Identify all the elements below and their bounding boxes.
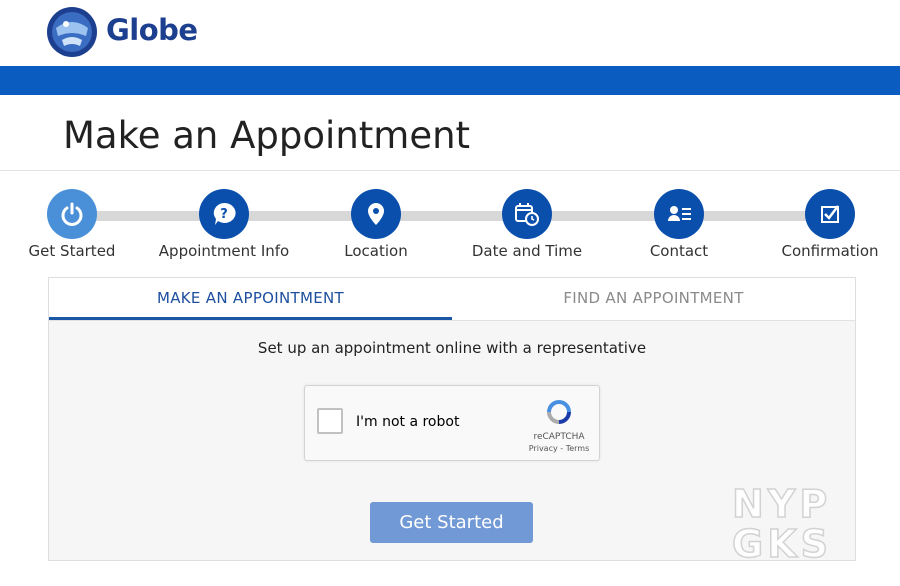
step-label: Appointment Info <box>158 242 290 260</box>
recaptcha-checkbox[interactable] <box>317 408 343 434</box>
recaptcha-widget: I'm not a robot reCAPTCHA Privacy - Term… <box>304 385 600 461</box>
watermark-line-1: NYP <box>731 482 832 526</box>
form-subtitle: Set up an appointment online with a repr… <box>257 339 647 357</box>
get-started-button[interactable]: Get Started <box>370 502 533 543</box>
step-circle: ? <box>199 189 249 239</box>
appointment-tabs: MAKE AN APPOINTMENT FIND AN APPOINTMENT <box>49 278 855 321</box>
brand-bar <box>0 66 900 95</box>
recaptcha-logo-icon <box>547 400 571 424</box>
step-appointment-info[interactable]: ? Appointment Info <box>144 189 304 260</box>
watermark: NYP GKS <box>731 482 872 566</box>
step-circle <box>654 189 704 239</box>
progress-stepper: Get Started ? Appointment Info Location <box>0 171 900 276</box>
page-title: Make an Appointment <box>63 114 471 157</box>
step-label: Confirmation <box>781 242 879 260</box>
step-label: Location <box>344 242 408 260</box>
step-circle <box>351 189 401 239</box>
contact-card-icon <box>668 206 691 221</box>
tab-find-appointment[interactable]: FIND AN APPOINTMENT <box>452 278 855 320</box>
step-circle <box>502 189 552 239</box>
step-date-and-time[interactable]: Date and Time <box>447 189 607 260</box>
step-label: Get Started <box>28 242 116 260</box>
checkbox-icon <box>821 205 839 223</box>
step-label: Contact <box>649 242 709 260</box>
recaptcha-brand: reCAPTCHA <box>533 432 585 442</box>
brand-name[interactable]: Globe <box>106 13 198 47</box>
watermark-line-2: GKS <box>731 522 833 566</box>
site-header: Globe <box>0 0 900 66</box>
step-circle <box>47 189 97 239</box>
svg-text:?: ? <box>220 207 228 222</box>
power-icon <box>61 202 83 226</box>
step-get-started[interactable]: Get Started <box>0 189 152 260</box>
step-confirmation[interactable]: Confirmation <box>750 189 900 260</box>
step-contact[interactable]: Contact <box>599 189 759 260</box>
calendar-clock-icon <box>515 203 539 226</box>
recaptcha-label: I'm not a robot <box>356 414 460 430</box>
step-circle <box>805 189 855 239</box>
tab-make-appointment[interactable]: MAKE AN APPOINTMENT <box>49 278 452 320</box>
globe-logo-icon[interactable] <box>46 6 98 58</box>
location-pin-icon <box>368 203 384 225</box>
question-bubble-icon: ? <box>213 202 236 225</box>
step-location[interactable]: Location <box>296 189 456 260</box>
step-label: Date and Time <box>471 242 583 260</box>
recaptcha-privacy-terms[interactable]: Privacy - Terms <box>515 444 603 453</box>
